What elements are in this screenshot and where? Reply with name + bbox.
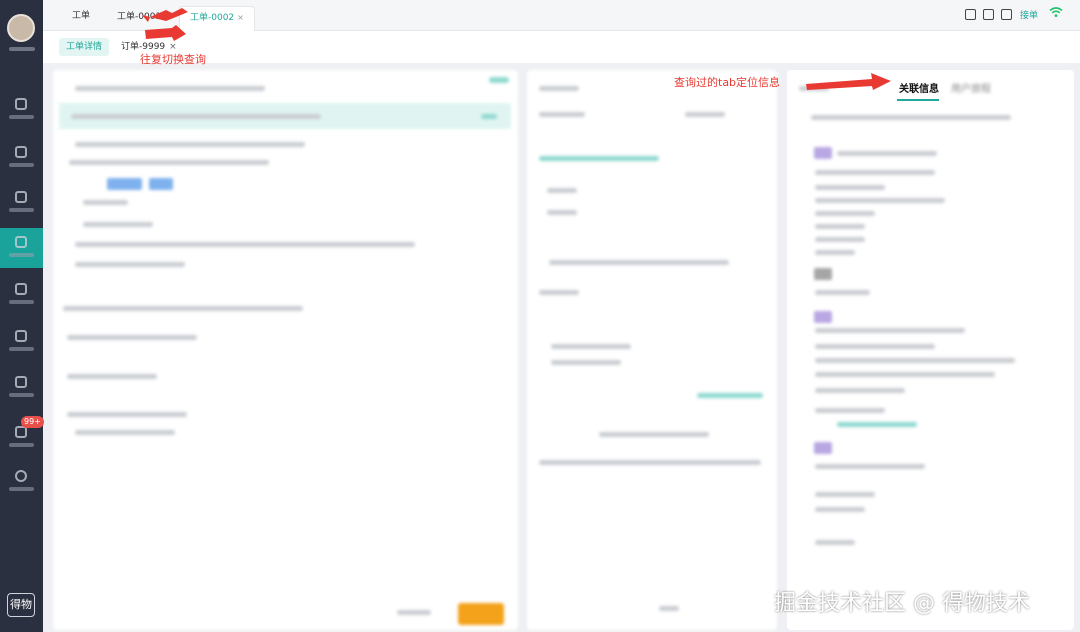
avatar[interactable] [7,14,35,42]
home-icon [15,98,27,110]
close-icon[interactable]: × [237,13,244,22]
accept-order-button[interactable]: 接单 [1020,8,1038,21]
wifi-icon [1049,6,1063,21]
annotation-locate: 查询过的tab定位信息 [674,76,781,89]
tab-user-journey[interactable]: 用户旅程 [951,80,991,95]
store-icon[interactable] [983,9,994,20]
monitor-icon [15,191,27,203]
user-name [0,47,43,53]
brand-logo: 得物 [7,593,35,617]
report-icon [15,376,27,388]
nav-item-knowledge[interactable] [0,322,43,362]
nav-item-home[interactable] [0,90,43,130]
tab-workorder-0002[interactable]: 工单-0002 × [179,6,255,31]
tab-workorder-detail[interactable]: 工单详情 [59,38,110,56]
workorder-detail-panel [53,70,518,630]
top-tab-bar: 工单 工单-0001 × 工单-0002 × 接单 [43,0,1080,31]
workorder-icon [15,236,27,248]
related-info-panel [787,70,1074,630]
nav-item-report[interactable] [0,368,43,408]
unread-badge: 99+ [21,416,44,428]
phone-icon [15,146,27,158]
gear-icon [15,470,27,482]
tab-related-info[interactable]: 关联信息 [899,80,939,95]
grid-icon[interactable] [965,9,976,20]
app: 99+ 得物 工单 工单-0001 × 工单-0002 × 接单 工单详情 订单-9… [0,0,1080,632]
left-nav: 99+ 得物 [0,0,44,632]
nav-item-settings[interactable] [0,462,43,502]
active-tab-indicator [897,99,939,101]
alert-icon [15,283,27,295]
annotation-switch: 往复切换查询 [140,53,206,66]
nav-item-message[interactable]: 99+ [0,416,44,458]
nav-item-alert[interactable] [0,275,43,315]
tab-workorder-list[interactable]: 工单 [62,6,100,31]
nav-item-workorder[interactable] [0,228,43,268]
edit-icon[interactable] [1001,9,1012,20]
close-icon[interactable]: × [164,12,171,21]
tab-workorder-0001[interactable]: 工单-0001 × [107,6,181,31]
nav-item-call[interactable] [0,138,43,178]
watermark: 掘金技术社区 @ 得物技术 [774,591,1030,616]
submit-button[interactable] [458,603,504,625]
book-icon [15,330,27,342]
nav-item-monitor[interactable] [0,183,43,223]
middle-panel [527,70,777,630]
